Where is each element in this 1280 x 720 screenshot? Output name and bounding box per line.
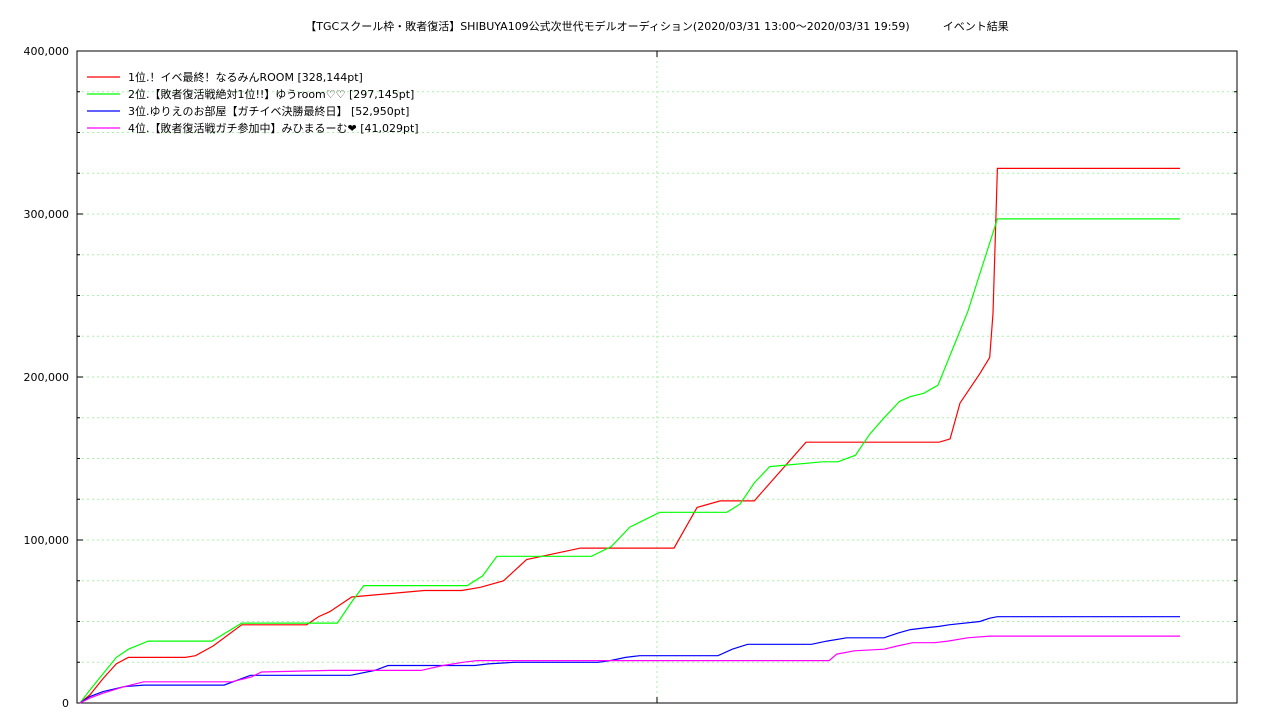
legend-label-1: 1位.！イベ最終！なるみんROOM [328,144pt] (128, 70, 363, 84)
series-line-4 (79, 635, 1180, 704)
y-tick-label: 0 (62, 697, 69, 710)
y-tick-label: 400,000 (24, 45, 70, 58)
y-tick-label: 200,000 (24, 371, 70, 384)
legend-label-4: 4位.【敗者復活戦ガチ参加中】みひまるーむ❤ [41,029pt] (128, 121, 419, 135)
series-line-3 (79, 616, 1180, 704)
y-tick-label: 100,000 (24, 534, 70, 547)
legend: 1位.！イベ最終！なるみんROOM [328,144pt] 2位.【敗者復活戦絶対… (87, 70, 419, 135)
grid (77, 51, 1237, 703)
axis-ticks: 0 100,000 200,000 300,000 400,000 (24, 45, 1237, 710)
legend-label-2: 2位.【敗者復活戦絶対1位!!】ゆうroom♡♡ [297,145pt] (128, 87, 414, 101)
series-line-2 (79, 218, 1180, 704)
series-lines (79, 167, 1180, 704)
chart-title: 【TGCスクール枠・敗者復活】SHIBUYA109公式次世代モデルオーディション… (305, 19, 1008, 33)
y-tick-label: 300,000 (24, 208, 70, 221)
legend-label-3: 3位.ゆりえのお部屋【ガチイベ決勝最終日】 [52,950pt] (128, 104, 409, 118)
chart: 0 100,000 200,000 300,000 400,000 1位.！イベ最終！な… (24, 19, 1238, 710)
